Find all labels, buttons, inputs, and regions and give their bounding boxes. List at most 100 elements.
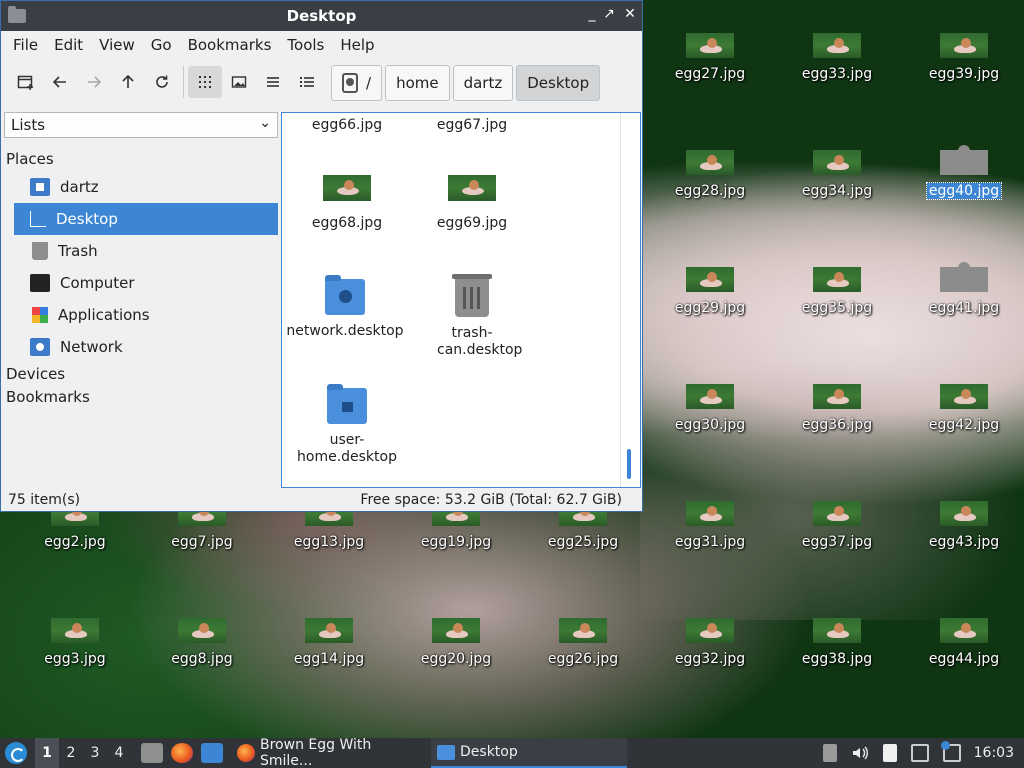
devices-header[interactable]: Devices (4, 363, 278, 386)
breadcrumb-home[interactable]: home (385, 65, 450, 101)
sidebar-item-trash[interactable]: Trash (14, 235, 278, 267)
thumbnail-view-button[interactable] (222, 66, 256, 98)
sidebar-item-applications[interactable]: Applications (14, 299, 278, 331)
breadcrumb-desktop[interactable]: Desktop (516, 65, 601, 101)
workspace-2[interactable]: 2 (59, 745, 83, 761)
sidebar-item-label: Applications (58, 306, 150, 324)
window-titlebar[interactable]: Desktop _ ↗ ✕ (1, 1, 642, 31)
file-item[interactable]: trash-can.desktop (407, 274, 537, 359)
firefox-launcher-icon[interactable] (171, 743, 193, 763)
image-thumbnail (813, 384, 861, 409)
file-manager-launcher-icon[interactable] (201, 743, 223, 763)
desktop-file-icon[interactable]: egg38.jpg (782, 618, 892, 667)
reload-button[interactable] (145, 66, 179, 98)
back-button[interactable] (43, 66, 77, 98)
breadcrumb-root[interactable]: / (331, 65, 383, 101)
menu-view[interactable]: View (91, 36, 143, 54)
desktop-file-icon[interactable]: egg36.jpg (782, 384, 892, 433)
menu-file[interactable]: File (5, 36, 46, 54)
detailed-list-view-button[interactable] (290, 66, 324, 98)
desktop-file-icon[interactable]: egg43.jpg (909, 501, 1019, 550)
close-button[interactable]: ✕ (621, 6, 639, 22)
menu-help[interactable]: Help (332, 36, 382, 54)
sidebar-item-label: Trash (58, 242, 98, 260)
workspace-4[interactable]: 4 (107, 745, 131, 761)
menu-edit[interactable]: Edit (46, 36, 91, 54)
compact-view-icon (267, 77, 279, 87)
menu-tools[interactable]: Tools (279, 36, 332, 54)
desktop-file-icon[interactable]: egg33.jpg (782, 33, 892, 82)
file-item[interactable]: egg68.jpg (282, 175, 412, 232)
sidebar-mode-select[interactable]: Lists ⌄ (4, 112, 278, 138)
task-firefox[interactable]: Brown Egg With Smile... (231, 737, 427, 768)
free-space: Free space: 53.2 GiB (Total: 62.7 GiB) (360, 492, 622, 508)
file-item[interactable]: network.desktop (282, 275, 410, 340)
breadcrumb-dartz[interactable]: dartz (452, 65, 514, 101)
eject-icon[interactable] (822, 744, 837, 762)
desktop-file-label: egg40.jpg (925, 182, 1003, 200)
desktop-file-icon[interactable]: egg32.jpg (655, 618, 765, 667)
clipboard-icon[interactable] (882, 744, 897, 762)
desktop-file-icon[interactable]: egg20.jpg (401, 618, 511, 667)
desktop-file-icon[interactable]: egg27.jpg (655, 33, 765, 82)
desktop-file-icon[interactable]: egg39.jpg (909, 33, 1019, 82)
file-view[interactable]: egg66.jpg egg67.jpg egg68.jpg egg69.jpg … (281, 112, 641, 488)
menu-go[interactable]: Go (143, 36, 180, 54)
scrollbar-thumb[interactable] (627, 449, 631, 479)
desktop-file-icon[interactable]: egg41.jpg (909, 262, 1019, 316)
sidebar-item-computer[interactable]: Computer (14, 267, 278, 299)
desktop-file-label: egg20.jpg (420, 651, 492, 667)
desktop-file-icon[interactable]: egg8.jpg (147, 618, 257, 667)
desktop-file-icon[interactable]: egg26.jpg (528, 618, 638, 667)
file-item[interactable]: egg67.jpg (407, 113, 537, 134)
file-item[interactable]: user-home.desktop (282, 384, 412, 466)
desktop-file-icon[interactable]: egg42.jpg (909, 384, 1019, 433)
desktop-file-icon[interactable]: egg28.jpg (655, 150, 765, 199)
network-status-icon[interactable] (910, 744, 929, 762)
image-thumbnail (686, 267, 734, 292)
menu-bookmarks[interactable]: Bookmarks (180, 36, 280, 54)
toolbar: / home dartz Desktop (1, 59, 642, 105)
desktop-file-icon[interactable]: egg14.jpg (274, 618, 384, 667)
clock[interactable]: 16:03 (974, 745, 1014, 761)
home-folder-icon (30, 178, 50, 196)
desktop-file-label: egg7.jpg (171, 534, 233, 550)
system-tray: 16:03 (816, 738, 1024, 768)
workspace-1[interactable]: 1 (35, 738, 59, 768)
desktop-file-icon[interactable]: egg34.jpg (782, 150, 892, 199)
desktop-file-icon[interactable]: egg40.jpg (909, 145, 1019, 200)
minimize-button[interactable]: _ (583, 6, 601, 22)
desktop-file-icon[interactable]: egg3.jpg (20, 618, 130, 667)
computer-icon (30, 274, 50, 292)
icon-view-button[interactable] (188, 66, 222, 98)
sidebar-item-network[interactable]: Network (14, 331, 278, 363)
compact-view-button[interactable] (256, 66, 290, 98)
volume-icon[interactable] (851, 744, 869, 762)
maximize-button[interactable]: ↗ (600, 6, 618, 22)
desktop-file-icon[interactable]: egg31.jpg (655, 501, 765, 550)
image-thumbnail (940, 33, 988, 58)
sidebar-item-dartz[interactable]: dartz (14, 171, 278, 203)
scrollbar-track[interactable] (620, 113, 640, 487)
forward-button[interactable] (77, 66, 111, 98)
task-desktop[interactable]: Desktop (431, 738, 627, 768)
show-desktop-icon[interactable] (141, 743, 163, 763)
new-tab-button[interactable] (9, 66, 43, 98)
task-label: Brown Egg With Smile... (260, 737, 372, 768)
desktop-file-icon[interactable]: egg30.jpg (655, 384, 765, 433)
desktop-file-icon[interactable]: egg44.jpg (909, 618, 1019, 667)
image-thumbnail (940, 145, 988, 175)
file-item[interactable]: egg69.jpg (407, 175, 537, 232)
notification-icon[interactable] (940, 741, 961, 762)
network-folder-icon (325, 275, 365, 315)
image-thumbnail (940, 618, 988, 643)
up-button[interactable] (111, 66, 145, 98)
start-menu-icon[interactable] (5, 742, 27, 764)
desktop-file-icon[interactable]: egg35.jpg (782, 267, 892, 316)
file-item[interactable]: egg66.jpg (282, 113, 412, 134)
desktop-file-icon[interactable]: egg37.jpg (782, 501, 892, 550)
bookmarks-header[interactable]: Bookmarks (4, 386, 278, 409)
sidebar-item-desktop[interactable]: Desktop (14, 203, 278, 235)
workspace-3[interactable]: 3 (83, 745, 107, 761)
desktop-file-icon[interactable]: egg29.jpg (655, 267, 765, 316)
